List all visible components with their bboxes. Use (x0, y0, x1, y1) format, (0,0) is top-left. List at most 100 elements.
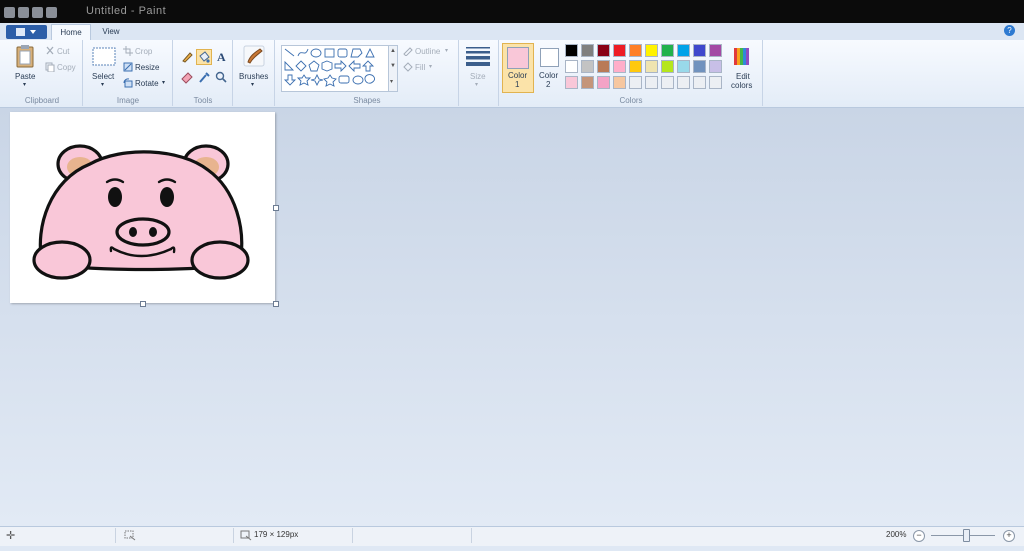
shapes-gallery-icons (283, 47, 375, 87)
paste-button[interactable]: Paste (15, 72, 35, 81)
text-tool[interactable]: A (213, 49, 229, 65)
palette-swatch[interactable] (597, 76, 610, 89)
palette-swatch[interactable] (645, 60, 658, 73)
palette-swatch[interactable] (581, 44, 594, 57)
crop-icon[interactable] (123, 46, 133, 56)
palette-swatch[interactable] (709, 60, 722, 73)
file-menu-button[interactable] (6, 25, 47, 39)
window-title: Untitled - Paint (86, 5, 167, 17)
palette-swatch[interactable] (581, 60, 594, 73)
cut-icon[interactable] (45, 46, 55, 56)
zoom-in-icon[interactable]: + (1003, 530, 1015, 542)
tab-home[interactable]: Home (51, 24, 91, 41)
edit-colors-icon[interactable] (732, 45, 752, 67)
brushes-button[interactable]: Brushes (239, 72, 268, 81)
palette-swatch[interactable] (661, 76, 674, 89)
help-icon[interactable]: ? (1004, 25, 1015, 36)
resize-handle-right[interactable] (273, 205, 279, 211)
color2-button[interactable]: Color 2 (535, 43, 563, 93)
color1-button[interactable]: Color 1 (502, 43, 534, 93)
palette-swatch[interactable] (629, 44, 642, 57)
palette-swatch[interactable] (709, 76, 722, 89)
select-icon[interactable] (92, 47, 116, 67)
paste-icon[interactable] (15, 44, 35, 68)
magnifier-tool[interactable] (213, 69, 229, 85)
palette-swatch[interactable] (613, 60, 626, 73)
palette-swatch[interactable] (693, 76, 706, 89)
palette-swatch[interactable] (629, 60, 642, 73)
drawing-canvas[interactable] (10, 112, 275, 303)
rotate-icon[interactable] (123, 78, 133, 88)
resize-icon[interactable] (123, 62, 133, 72)
shapes-scrollbar[interactable]: ▲ ▼ ▾ (388, 45, 398, 92)
rotate-dropdown-icon[interactable]: ▾ (162, 79, 165, 86)
palette-swatch[interactable] (677, 44, 690, 57)
redo-icon[interactable] (46, 6, 57, 18)
palette-swatch[interactable] (677, 60, 690, 73)
palette-swatch[interactable] (645, 44, 658, 57)
copy-button[interactable]: Copy (57, 63, 76, 72)
fill-shape-button[interactable]: Fill (415, 63, 425, 72)
fill-tool[interactable] (196, 49, 212, 65)
status-divider (352, 528, 353, 543)
palette-swatch[interactable] (709, 44, 722, 57)
color-picker-tool[interactable] (196, 69, 212, 85)
brushes-icon[interactable] (242, 44, 266, 68)
palette-swatch[interactable] (581, 76, 594, 89)
size-icon[interactable] (466, 46, 490, 66)
zoom-out-icon[interactable]: − (913, 530, 925, 542)
palette-swatch[interactable] (565, 76, 578, 89)
color1-swatch (507, 47, 529, 69)
resize-button[interactable]: Resize (135, 63, 159, 72)
copy-icon[interactable] (45, 62, 55, 72)
size-button[interactable]: Size (470, 72, 486, 81)
status-divider (233, 528, 234, 543)
palette-swatch[interactable] (693, 44, 706, 57)
palette-swatch[interactable] (613, 44, 626, 57)
edit-colors-label-2[interactable]: colors (731, 81, 752, 90)
resize-handle-corner[interactable] (273, 301, 279, 307)
resize-handle-bottom[interactable] (140, 301, 146, 307)
status-divider (115, 528, 116, 543)
pig-drawing (32, 144, 250, 280)
palette-swatch[interactable] (629, 76, 642, 89)
edit-colors-label[interactable]: Edit (736, 72, 750, 81)
select-button[interactable]: Select (92, 72, 114, 81)
palette-swatch[interactable] (645, 76, 658, 89)
palette-swatch[interactable] (597, 60, 610, 73)
outline-button[interactable]: Outline (415, 47, 440, 56)
color2-label: Color (539, 71, 559, 80)
pencil-tool[interactable] (179, 49, 195, 65)
magnifier-icon (215, 71, 227, 83)
rotate-button[interactable]: Rotate (135, 79, 159, 88)
paste-dropdown-icon[interactable]: ▾ (23, 81, 26, 88)
ribbon-tab-strip (0, 23, 1024, 41)
crop-button[interactable]: Crop (135, 47, 152, 56)
outline-dropdown-icon[interactable]: ▾ (445, 47, 448, 54)
zoom-level: 200% (886, 530, 907, 539)
palette-swatch[interactable] (565, 44, 578, 57)
eraser-tool[interactable] (179, 69, 195, 85)
paint-app-icon[interactable] (4, 6, 15, 18)
brushes-dropdown-icon[interactable]: ▾ (251, 81, 254, 88)
tab-view[interactable]: View (96, 24, 126, 40)
palette-swatch[interactable] (597, 44, 610, 57)
cut-button[interactable]: Cut (57, 47, 69, 56)
select-dropdown-icon[interactable]: ▾ (101, 81, 104, 88)
color2-number: 2 (546, 80, 551, 89)
zoom-slider-thumb[interactable] (963, 529, 970, 542)
undo-icon[interactable] (32, 6, 43, 18)
palette-swatch[interactable] (677, 76, 690, 89)
size-dropdown-icon[interactable]: ▾ (475, 81, 478, 88)
palette-swatch[interactable] (565, 60, 578, 73)
shapes-gallery[interactable] (281, 45, 389, 92)
palette-swatch[interactable] (661, 44, 674, 57)
palette-swatch[interactable] (693, 60, 706, 73)
save-icon[interactable] (18, 6, 29, 18)
color1-label: Color (508, 71, 528, 80)
fill-dropdown-icon[interactable]: ▾ (429, 63, 432, 70)
palette-swatch[interactable] (613, 76, 626, 89)
title-bar: Untitled - Paint (0, 0, 1024, 23)
palette-swatch[interactable] (661, 60, 674, 73)
status-divider (471, 528, 472, 543)
